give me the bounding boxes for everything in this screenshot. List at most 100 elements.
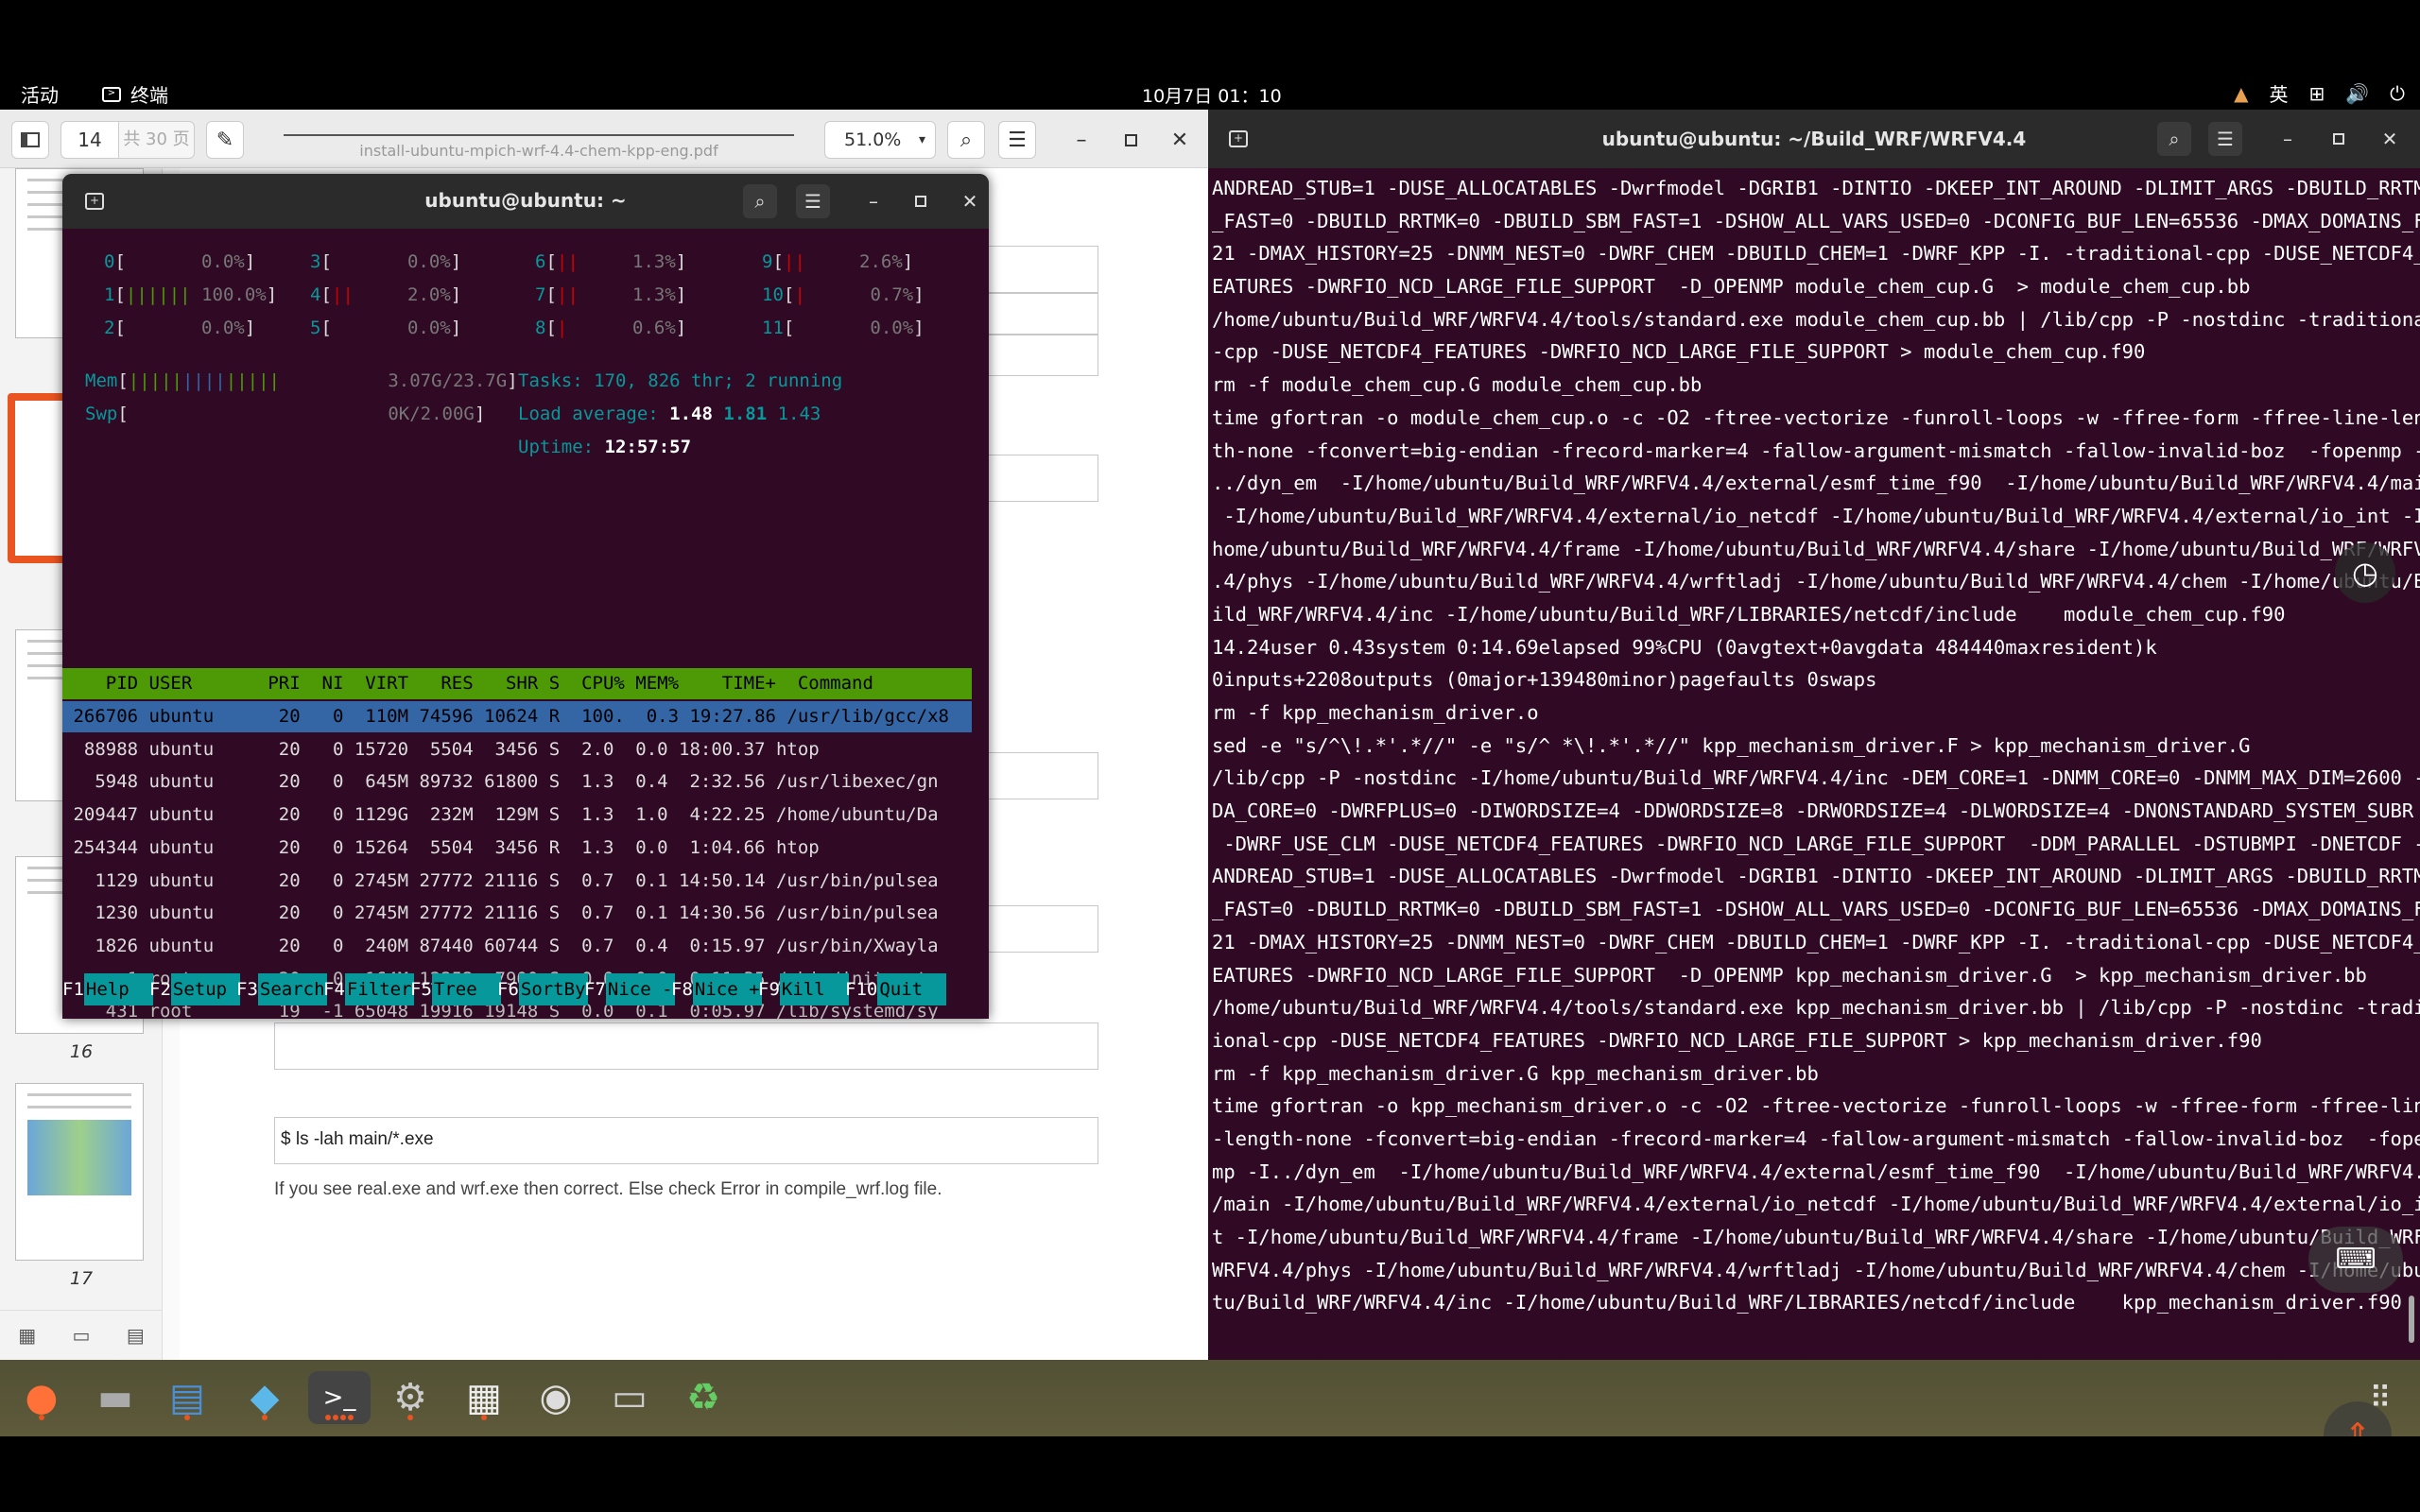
page-number-field[interactable]: 14 — [60, 121, 119, 159]
htop-terminal-window[interactable]: + ubuntu@ubuntu: ~ ⌕ ☰ – ✕ 0[ 0.0%] 3[ 0.… — [62, 174, 989, 1019]
menu-button[interactable]: ☰ — [998, 121, 1036, 159]
fkey-label: Search — [257, 973, 327, 1005]
files-icon[interactable]: ▬ — [89, 1371, 142, 1424]
menu-button[interactable]: ☰ — [2208, 122, 2242, 156]
disc-icon[interactable]: ◉ — [529, 1371, 582, 1424]
process-row[interactable]: 209447 ubuntu 20 0 1129G 232M 129M S 1.3… — [62, 799, 972, 831]
fkey-number: F5 — [410, 979, 432, 1000]
screen-recorder-badge[interactable]: ◷ — [2335, 542, 2395, 603]
menu-button[interactable]: ☰ — [796, 184, 830, 218]
maximize-button[interactable] — [904, 184, 938, 218]
process-row[interactable]: 1826 ubuntu 20 0 240M 87440 60744 S 0.7 … — [62, 931, 972, 962]
swap-meter: Swp[ 0K/2.00G] — [85, 404, 486, 424]
minimize-button[interactable]: – — [2271, 122, 2305, 156]
page-thumbnail[interactable] — [15, 1083, 144, 1261]
document-filename: install-ubuntu-mpich-wrf-4.4-chem-kpp-en… — [359, 142, 718, 160]
fkey-f2[interactable]: F2 Setup — [149, 973, 240, 1005]
fkey-number: F6 — [497, 979, 519, 1000]
cpu-percent: 2.6% — [859, 251, 903, 272]
close-button[interactable]: ✕ — [2373, 122, 2407, 156]
firefox-icon[interactable]: ● — [15, 1371, 68, 1424]
fkey-f4[interactable]: F4 Filter — [323, 973, 414, 1005]
terminal-line: 21 -DMAX_HISTORY=25 -DNMM_NEST=0 -DWRF_C… — [1212, 930, 2420, 954]
settings-icon[interactable]: ⚙ — [384, 1371, 437, 1424]
volume-icon[interactable]: 🔊 — [2345, 82, 2369, 105]
fkey-f1[interactable]: F1 Help — [62, 973, 153, 1005]
activities-button[interactable]: 活动 — [21, 80, 59, 108]
search-button[interactable]: ⌕ — [743, 184, 777, 218]
recording-icon[interactable]: ▲ — [2234, 82, 2248, 105]
close-button[interactable]: ✕ — [1163, 121, 1197, 159]
terminal-line: ../dyn_em -I/home/ubuntu/Build_WRF/WRFV4… — [1212, 472, 2420, 495]
fkey-f8[interactable]: F8 Nice + — [671, 973, 762, 1005]
terminal-line: mp -I../dyn_em -I/home/ubuntu/Build_WRF/… — [1212, 1160, 2420, 1183]
minimize-button[interactable]: – — [856, 184, 890, 218]
htop-scrollbar[interactable] — [976, 229, 989, 1019]
process-row-selected[interactable]: 266706 ubuntu 20 0 110M 74596 10624 R 10… — [62, 701, 972, 732]
page-number: 14 — [78, 129, 102, 151]
fkey-label: Nice - — [605, 973, 675, 1005]
fkey-f6[interactable]: F6 SortBy — [497, 973, 588, 1005]
fkey-label: SortBy — [518, 973, 588, 1005]
cpu-percent: 0.0% — [870, 318, 914, 338]
disk-drive-icon[interactable]: ▭ — [603, 1371, 656, 1424]
clock[interactable]: 10月7日 01：10 — [1142, 82, 1282, 108]
terminal-output[interactable]: ANDREAD_STUB=1 -DUSE_ALLOCATABLES -Dwrfm… — [1208, 168, 2420, 1360]
fkey-f3[interactable]: F3 Search — [236, 973, 327, 1005]
close-icon: ✕ — [2381, 128, 2398, 150]
text-editor-icon[interactable]: ▦ — [458, 1371, 510, 1424]
fkey-number: F2 — [149, 979, 171, 1000]
cpu-percent: 0.7% — [870, 284, 914, 305]
app-menu[interactable]: > 终端 — [102, 80, 168, 108]
grid-view-icon[interactable]: ▦ — [18, 1324, 36, 1347]
fkey-f10[interactable]: F10 Quit — [845, 973, 946, 1005]
fkey-number: F3 — [236, 979, 258, 1000]
bookmarks-icon[interactable]: ▤ — [127, 1324, 145, 1347]
minimize-button[interactable]: – — [1064, 121, 1098, 159]
hamburger-icon: ☰ — [804, 190, 821, 213]
close-icon: ✕ — [961, 190, 978, 213]
annotate-button[interactable]: ✎ — [206, 121, 244, 159]
network-icon[interactable]: ⊞ — [2309, 82, 2325, 105]
fkey-label: Quit — [877, 973, 946, 1005]
close-button[interactable]: ✕ — [953, 184, 987, 218]
comments-icon[interactable]: ▭ — [73, 1324, 91, 1347]
maximize-button[interactable] — [1114, 121, 1148, 159]
keyboard-badge[interactable]: ⌨ — [2308, 1227, 2403, 1293]
process-row[interactable]: 5948 ubuntu 20 0 645M 89732 61800 S 1.3 … — [62, 766, 972, 798]
cpu-meter: 11[ 0.0%] — [762, 318, 925, 338]
search-button[interactable]: ⌕ — [947, 121, 985, 159]
trash-icon[interactable]: ♻ — [677, 1371, 730, 1424]
zoom-dropdown[interactable]: 51.0% ▾ — [824, 121, 936, 159]
instruction-note: If you see real.exe and wrf.exe then cor… — [274, 1179, 942, 1199]
search-icon: ⌕ — [754, 190, 766, 213]
input-method-indicator[interactable]: 英 — [2270, 79, 2289, 107]
power-icon[interactable]: ⏻ — [2390, 82, 2405, 105]
fkey-f5[interactable]: F5 Tree — [410, 973, 501, 1005]
chevron-down-icon: ▾ — [918, 132, 925, 147]
htop-window-title: ubuntu@ubuntu: ~ — [424, 189, 627, 212]
process-row[interactable]: 1129 ubuntu 20 0 2745M 27772 21116 S 0.7… — [62, 866, 972, 897]
process-table-header[interactable]: PID USER PRI NI VIRT RES SHR S CPU% MEM%… — [62, 668, 972, 699]
build-terminal-window[interactable]: + ubuntu@ubuntu: ~/Build_WRF/WRFV4.4 ⌕ ☰… — [1208, 110, 2420, 1360]
cpu-index: 4 — [310, 284, 321, 305]
app-launcher-icon[interactable]: ◆ — [238, 1371, 291, 1424]
ls-command-box: $ ls -lah main/*.exe — [274, 1117, 1098, 1164]
process-row[interactable]: 1230 ubuntu 20 0 2745M 27772 21116 S 0.7… — [62, 898, 972, 929]
cpu-meter: 2[ 0.0%] — [104, 318, 256, 338]
process-row[interactable]: 88988 ubuntu 20 0 15720 5504 3456 S 2.0 … — [62, 734, 972, 765]
system-tray[interactable]: ▲ 英 ⊞ 🔊 ⏻ — [2234, 79, 2405, 107]
fkey-f7[interactable]: F7 Nice - — [584, 973, 675, 1005]
search-button[interactable]: ⌕ — [2157, 122, 2191, 156]
fkey-f9[interactable]: F9 Kill — [758, 973, 849, 1005]
document-viewer-icon[interactable]: ▤ — [161, 1371, 214, 1424]
terminal-window-header: + ubuntu@ubuntu: ~/Build_WRF/WRFV4.4 ⌕ ☰… — [1208, 110, 2420, 168]
terminal-app-icon: > — [102, 86, 121, 102]
sidebar-toggle-button[interactable] — [11, 121, 49, 159]
fkey-label: Setup — [170, 973, 240, 1005]
process-row[interactable]: 254344 ubuntu 20 0 15264 5504 3456 R 1.3… — [62, 833, 972, 864]
terminal-scrollbar[interactable] — [2409, 1296, 2414, 1343]
maximize-button[interactable] — [2322, 122, 2356, 156]
load-label: Load average: — [518, 404, 670, 424]
terminal-icon[interactable]: >_ — [308, 1371, 371, 1424]
